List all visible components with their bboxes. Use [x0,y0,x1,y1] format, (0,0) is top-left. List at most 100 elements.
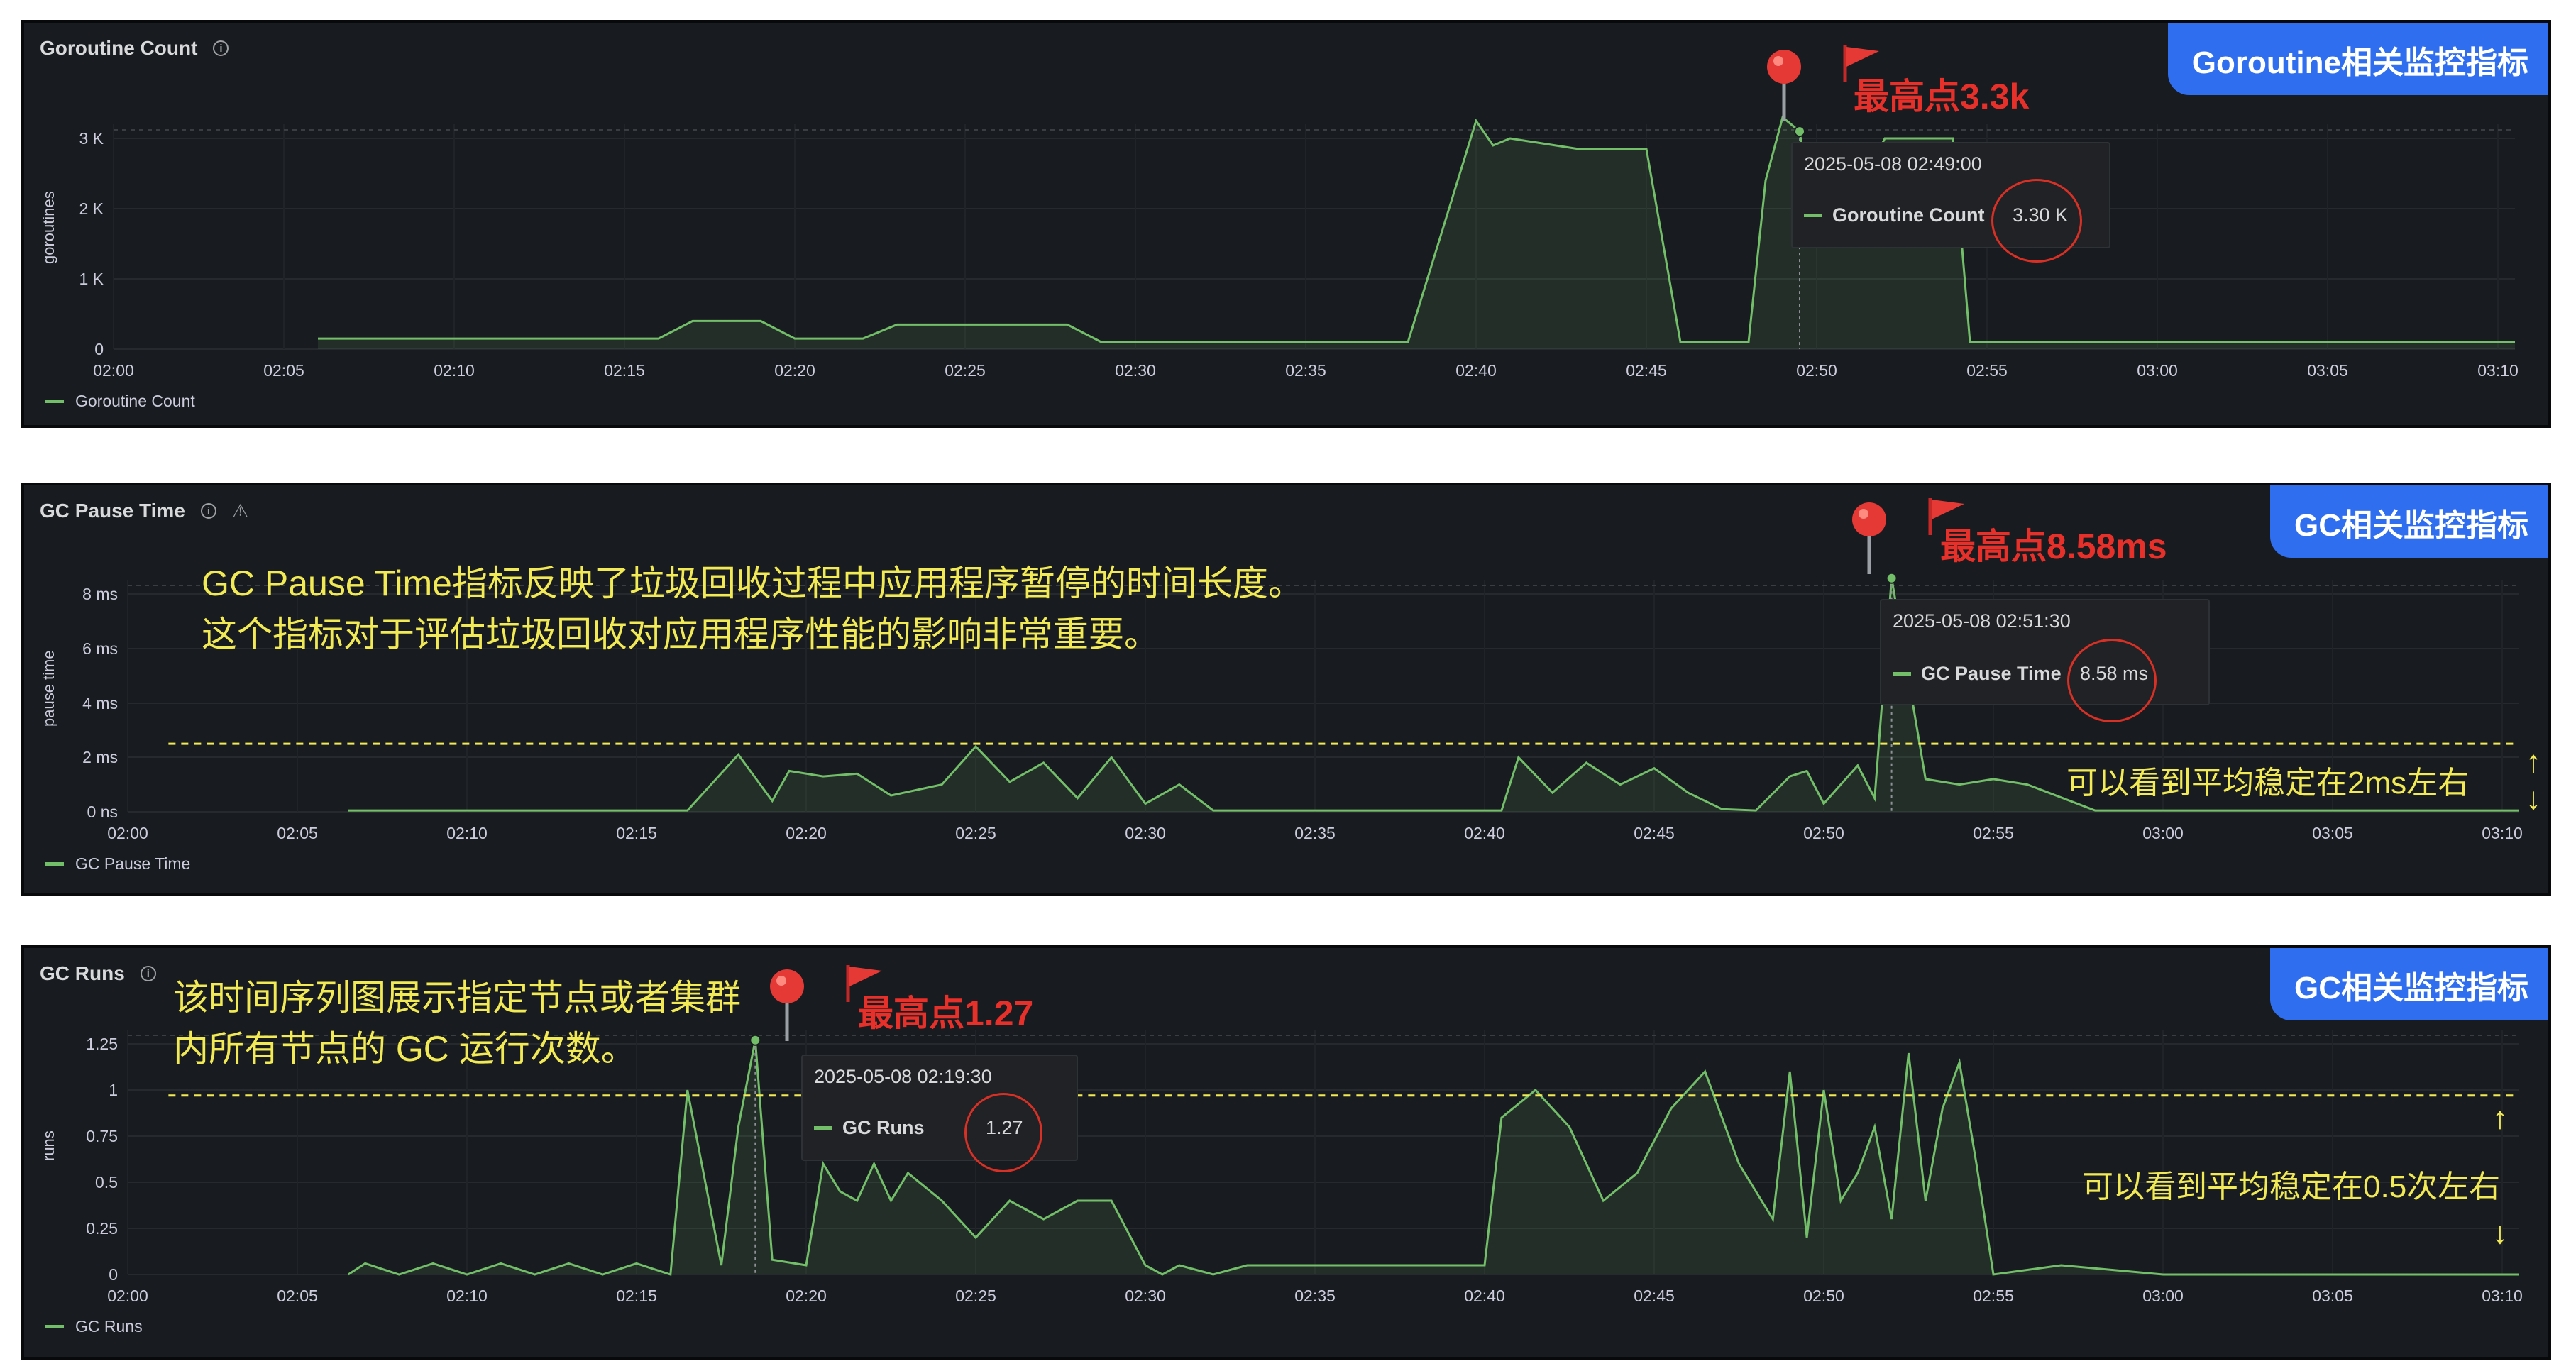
x-tick-label: 03:05 [2312,1287,2353,1305]
highlight-circle [964,1093,1042,1172]
map-pin-icon [770,969,804,1041]
tooltip-time: 2025-05-08 02:19:30 [814,1066,992,1087]
y-tick-label: 8 ms [82,585,118,603]
note-line: 这个指标对于评估垃圾回收对应用程序性能的影响非常重要。 [202,615,1160,654]
tooltip-swatch [1804,214,1822,217]
y-tick-label: 0 [109,1265,118,1284]
section-banner: Goroutine相关监控指标 [2167,23,2548,95]
x-tick-label: 03:10 [2482,1287,2523,1305]
x-tick-label: 02:10 [446,1287,488,1305]
tooltip-series-label: GC Runs [842,1117,925,1138]
tooltip-series: GC Pause Time [1893,663,2062,685]
y-tick-label: 2 K [79,199,104,218]
legend-item[interactable]: GC Runs [45,1317,143,1336]
x-tick-label: 02:50 [1796,361,1837,380]
panel-title[interactable]: GC Runs [40,962,125,985]
panel-title[interactable]: GC Pause Time [40,500,185,522]
x-tick-label: 02:00 [93,361,134,380]
x-tick-label: 02:45 [1634,824,1675,842]
y-tick-label: 1 K [79,270,104,288]
y-tick-label: 0.5 [95,1173,118,1191]
x-tick-label: 02:30 [1125,824,1166,842]
y-tick-label: 3 K [79,129,104,148]
peak-annotation: 最高点8.58ms [1940,527,2167,566]
y-tick-label: 0 [94,340,104,358]
y-tick-label: 0.25 [86,1219,118,1238]
y-axis-label: runs [40,1130,57,1161]
x-tick-label: 02:30 [1125,1287,1166,1305]
x-tick-label: 03:00 [2137,361,2178,380]
info-icon[interactable]: i [213,40,229,56]
y-tick-label: 1 [109,1081,118,1099]
x-tick-label: 02:00 [107,1287,148,1305]
x-tick-label: 02:50 [1803,824,1844,842]
peak-annotation: 最高点1.27 [858,993,1034,1033]
x-tick-label: 02:20 [774,361,815,380]
gc-pause-time-panel: 8 ms 6 ms 4 ms 2 ms 0 ns 02:00 02:05 02:10 02:15… [21,483,2551,896]
panel-header: GC Runs i [40,962,156,985]
x-tick-label: 03:00 [2142,824,2184,842]
x-tick-label: 03:10 [2477,361,2519,380]
panel-header: Goroutine Count i [40,37,229,60]
x-tick-label: 02:15 [616,1287,657,1305]
x-tick-label: 03:00 [2142,1287,2184,1305]
legend-swatch [45,400,64,403]
info-icon[interactable]: i [140,966,156,981]
legend-swatch [45,1325,64,1328]
tooltip-series: GC Runs [814,1117,925,1139]
x-tick-label: 02:45 [1634,1287,1675,1305]
y-tick-label: 6 ms [82,639,118,658]
info-icon[interactable]: i [200,503,216,519]
x-tick-label: 02:05 [277,1287,318,1305]
y-axis-label: pause time [40,650,57,727]
arrow-down-icon: ↓ [2526,781,2541,816]
x-tick-label: 02:55 [1973,824,2014,842]
x-tick-label: 02:15 [616,824,657,842]
average-note: 可以看到平均稳定在2ms左右 [2066,766,2470,800]
goroutine-count-panel: 3 K 2 K 1 K 0 02:00 02:05 02:10 02:15 02:20 02:25… [21,20,2551,428]
warning-icon[interactable]: ⚠ [232,502,248,520]
x-tick-label: 03:05 [2312,824,2353,842]
tooltip-time: 2025-05-08 02:49:00 [1804,153,1982,175]
legend-item[interactable]: GC Pause Time [45,854,190,874]
arrow-up-icon: ↑ [2526,744,2541,779]
legend-item[interactable]: Goroutine Count [45,392,195,411]
peak-point[interactable] [749,1034,761,1046]
map-pin-icon [1767,50,1801,121]
x-tick-label: 02:35 [1285,361,1326,380]
x-tick-label: 02:30 [1115,361,1156,380]
x-tick-label: 02:40 [1464,1287,1505,1305]
x-tick-label: 02:40 [1464,824,1505,842]
section-banner: GC相关监控指标 [2270,948,2548,1020]
legend-label: GC Pause Time [75,854,191,873]
y-axis-label: goroutines [40,191,57,264]
legend-swatch [45,862,64,866]
x-tick-label: 02:10 [434,361,475,380]
legend-label: Goroutine Count [75,392,195,410]
x-tick-label: 02:20 [786,1287,827,1305]
gc-runs-panel: 1.25 1 0.75 0.5 0.25 0 02:00 02:05 02:10 02:15 02:… [21,945,2551,1360]
panel-title[interactable]: Goroutine Count [40,37,197,60]
x-tick-label: 02:05 [277,824,318,842]
x-tick-label: 03:10 [2482,824,2523,842]
note-line: GC Pause Time指标反映了垃圾回收过程中应用程序暂停的时间长度。 [202,563,1304,603]
arrow-down-icon: ↓ [2492,1216,2508,1250]
y-tick-label: 0 ns [87,803,118,821]
x-tick-label: 02:10 [446,824,488,842]
peak-point[interactable] [1794,126,1805,138]
x-tick-label: 02:25 [955,824,996,842]
series-line[interactable] [347,1040,2519,1277]
tooltip: 2025-05-08 02:19:30 GC Runs 1.27 [801,1055,1078,1172]
tooltip-series-label: Goroutine Count [1832,204,1985,226]
y-tick-label: 0.75 [86,1127,118,1145]
arrow-up-icon: ↑ [2492,1101,2508,1135]
tooltip: 2025-05-08 02:51:30 GC Pause Time 8.58 m… [1880,599,2210,722]
x-tick-label: 02:35 [1294,1287,1336,1305]
x-tick-label: 02:00 [107,824,148,842]
note-line: 该时间序列图展示指定节点或者集群 [173,978,741,1018]
tooltip: 2025-05-08 02:49:00 Goroutine Count 3.30… [1791,142,2110,263]
series-line[interactable] [318,115,2515,343]
x-tick-label: 02:50 [1803,1287,1844,1305]
description-note: 该时间序列图展示指定节点或者集群 内所有节点的 GC 运行次数。 [173,972,741,1074]
tooltip-time: 2025-05-08 02:51:30 [1893,610,2071,632]
